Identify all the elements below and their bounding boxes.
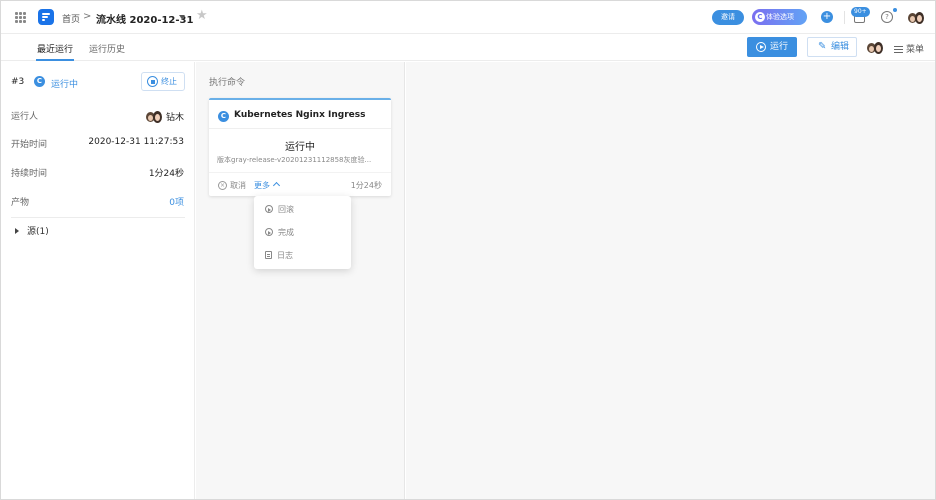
stop-button-label: 终止 — [161, 77, 177, 86]
run-details-panel: #3 C 运行中 终止 运行人 钻木 开始时间 2020-12-31 11:27… — [1, 62, 195, 499]
task-version: 版本gray-release-v20201231112858灰度验... — [217, 156, 372, 164]
menu-item-complete[interactable]: 完成 — [265, 227, 294, 238]
stop-button[interactable]: 终止 — [141, 72, 185, 91]
running-status-icon: C — [218, 111, 229, 122]
divider — [11, 217, 185, 218]
tab-recent-runs[interactable]: 最近运行 — [37, 42, 73, 55]
run-status: 运行中 — [51, 80, 79, 90]
duration-label: 持续时间 — [11, 169, 48, 179]
menu-icon — [894, 46, 903, 53]
document-icon — [265, 251, 272, 259]
runner-value: 钻木 — [165, 113, 184, 123]
menu-item-logs[interactable]: 日志 — [265, 250, 293, 261]
stage-column: 执行命令 C Kubernetes Nginx Ingress 运行中 版本gr… — [196, 62, 405, 499]
cancel-button[interactable]: 取消 — [230, 180, 246, 191]
more-button[interactable]: 更多 — [254, 180, 270, 191]
chevron-down-icon[interactable] — [179, 15, 185, 19]
divider — [209, 128, 391, 129]
running-status-icon: C — [34, 76, 45, 87]
task-title: Kubernetes Nginx Ingress — [234, 110, 366, 120]
canvas-area — [406, 62, 935, 499]
stage-title: 执行命令 — [209, 78, 246, 88]
breadcrumb-separator: > — [83, 11, 92, 22]
app-window: 首页 > 流水线 2020-12-31 ★ 邀请 C 体验选项 + 90+ ? … — [0, 0, 936, 500]
more-dropdown-menu: 回滚 完成 日志 — [254, 196, 351, 269]
start-time-value: 2020-12-31 11:27:53 — [88, 137, 184, 147]
run-button[interactable]: 运行 — [747, 37, 797, 57]
stop-icon — [147, 76, 158, 87]
help-icon[interactable]: ? — [881, 11, 893, 23]
runner-label: 运行人 — [11, 112, 39, 122]
active-tab-indicator — [36, 59, 74, 61]
menu-item-label: 完成 — [278, 228, 294, 237]
star-icon[interactable]: ★ — [196, 9, 208, 22]
cancel-icon[interactable]: × — [218, 181, 227, 190]
play-icon — [265, 228, 273, 236]
play-icon — [265, 205, 273, 213]
edit-button-label: 编辑 — [831, 42, 850, 52]
divider — [844, 11, 845, 24]
edit-button[interactable]: ✎ 编辑 — [807, 37, 857, 57]
menu-item-rollback[interactable]: 回滚 — [265, 204, 294, 215]
task-card[interactable]: C Kubernetes Nginx Ingress 运行中 版本gray-re… — [209, 98, 391, 196]
divider — [209, 172, 391, 173]
run-button-label: 运行 — [770, 42, 789, 52]
add-icon[interactable]: + — [821, 11, 833, 23]
apps-grid-icon[interactable] — [15, 12, 26, 23]
menu-item-label: 回滚 — [278, 205, 294, 214]
artifacts-link[interactable]: 0项 — [169, 195, 184, 208]
tab-run-history[interactable]: 运行历史 — [89, 42, 125, 55]
caret-right-icon — [15, 228, 19, 234]
artifacts-label: 产物 — [11, 198, 30, 208]
trial-button[interactable]: C 体验选项 — [752, 9, 807, 25]
start-time-label: 开始时间 — [11, 140, 48, 150]
chevron-up-icon[interactable] — [272, 181, 281, 190]
run-number: #3 — [11, 77, 25, 87]
trial-label: 体验选项 — [766, 13, 794, 21]
source-label: 源(1) — [27, 227, 49, 237]
top-bar: 首页 > 流水线 2020-12-31 ★ 邀请 C 体验选项 + 90+ ? — [1, 1, 935, 34]
task-duration: 1分24秒 — [350, 181, 382, 190]
play-icon — [756, 42, 766, 52]
pencil-icon: ✎ — [818, 41, 827, 52]
duration-value: 1分24秒 — [148, 169, 184, 179]
help-dot-indicator — [893, 8, 897, 12]
menu-button-label: 菜单 — [906, 45, 925, 55]
app-logo-icon[interactable] — [38, 9, 54, 25]
task-status: 运行中 — [285, 142, 315, 153]
sub-bar: 最近运行 运行历史 运行 ✎ 编辑 菜单 — [1, 34, 935, 61]
menu-button[interactable]: 菜单 — [894, 42, 924, 55]
menu-item-label: 日志 — [277, 251, 293, 260]
members-avatar[interactable] — [867, 40, 883, 56]
runner-avatar — [146, 109, 162, 125]
invite-button[interactable]: 邀请 — [712, 10, 744, 25]
user-avatar[interactable] — [908, 10, 924, 26]
notification-badge: 90+ — [851, 7, 870, 17]
source-toggle[interactable]: 源(1) — [15, 224, 49, 237]
trial-logo-icon: C — [755, 12, 765, 22]
breadcrumb-home[interactable]: 首页 — [62, 12, 80, 25]
